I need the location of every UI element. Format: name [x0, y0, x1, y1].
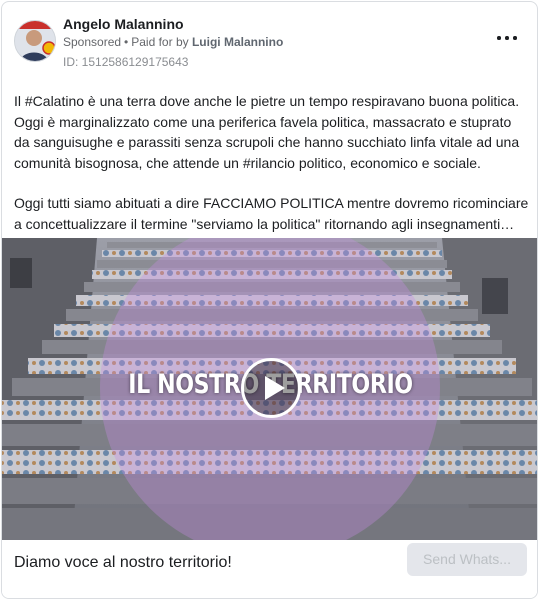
post-paragraph-1: Il #Calatino è una terra dove anche le p… [14, 93, 520, 171]
sponsored-meta: Sponsored • Paid for by Luigi Malannino [63, 35, 283, 49]
sponsored-post-card: Angelo Malannino Sponsored • Paid for by L… [1, 1, 538, 599]
send-whatsapp-button[interactable]: Send Whats... [407, 543, 527, 576]
post-body-text: Il #Calatino è una terra dove anche le p… [14, 91, 529, 254]
ad-id: ID: 1512586129175643 [63, 55, 189, 69]
post-footer: Diamo voce al nostro territorio! Send Wh… [2, 540, 537, 598]
paid-for-prefix: Paid for by [131, 35, 189, 49]
ad-headline: Diamo voce al nostro territorio! [14, 554, 232, 571]
post-header: Angelo Malannino Sponsored • Paid for by L… [2, 2, 537, 78]
paid-for-name: Luigi Malannino [191, 35, 284, 49]
sponsored-label: Sponsored [63, 35, 122, 49]
more-horizontal-icon[interactable] [495, 28, 519, 48]
author-avatar[interactable] [14, 20, 56, 62]
play-icon[interactable] [241, 358, 301, 418]
video-media[interactable]: IL NOSTRO TERRITORIO [2, 238, 537, 540]
author-name[interactable]: Angelo Malannino [63, 16, 184, 32]
meta-separator: • [124, 35, 129, 49]
post-paragraph-2: Oggi tutti siamo abituati a dire FACCIAM… [14, 195, 529, 232]
